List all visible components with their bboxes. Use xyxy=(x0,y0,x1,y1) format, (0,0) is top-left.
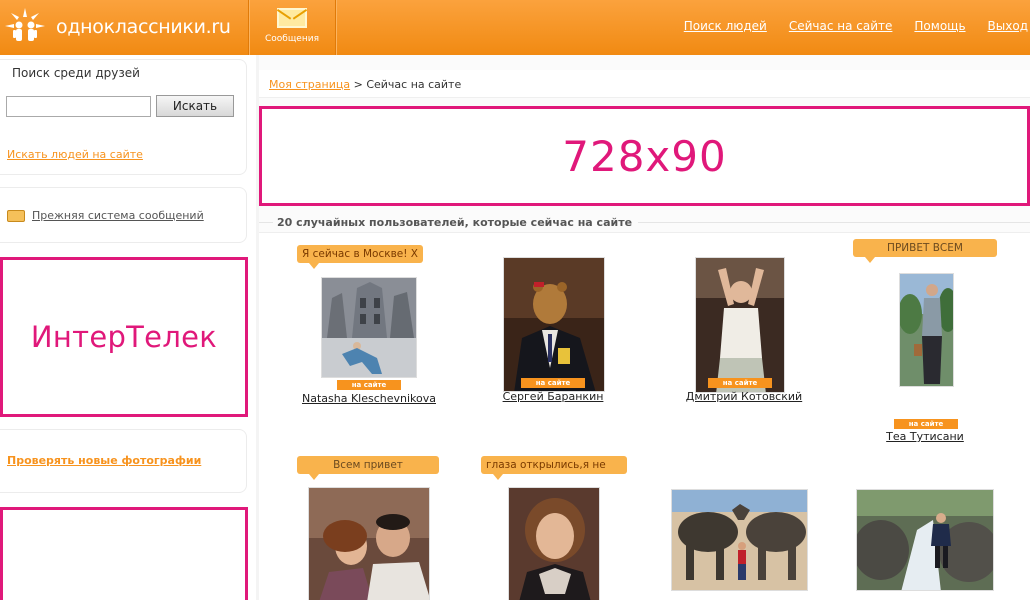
user-name-link[interactable]: Natasha Kleschevnikova xyxy=(284,392,454,405)
user-status-bubble: глаза открылись,я не xyxy=(481,456,627,480)
nav-help[interactable]: Помощь xyxy=(914,19,965,33)
user-name-link[interactable]: Тea Тутисани xyxy=(845,430,1005,443)
ad-banner-size-label: 728x90 xyxy=(562,131,727,181)
ad-banner-left[interactable]: ИнтерТелек xyxy=(0,257,248,417)
header-divider xyxy=(248,0,249,55)
ad-banner-top[interactable]: 728x90 xyxy=(259,106,1030,206)
ad-banner-label: ИнтерТелек xyxy=(30,320,218,354)
user-photo[interactable] xyxy=(308,487,430,600)
new-photos-box: Проверять новые фотографии xyxy=(0,429,247,493)
user-photo[interactable] xyxy=(671,489,808,591)
user-photo[interactable] xyxy=(695,257,785,393)
nav-logout[interactable]: Выход xyxy=(988,19,1028,33)
breadcrumb: Моя страница > Сейчас на сайте xyxy=(269,78,461,91)
user-photo[interactable] xyxy=(508,487,600,600)
header-divider xyxy=(335,0,336,55)
friend-search-input[interactable] xyxy=(6,96,151,117)
user-status-bubble: ПРИВЕТ ВСЕМ xyxy=(853,239,997,263)
breadcrumb-separator: > xyxy=(350,78,367,91)
main-content: Моя страница > Сейчас на сайте 728x90 20… xyxy=(259,55,1030,600)
online-badge: на сайте xyxy=(521,378,585,388)
breadcrumb-current: Сейчас на сайте xyxy=(366,78,462,91)
breadcrumb-bar: Моя страница > Сейчас на сайте xyxy=(259,70,1030,98)
old-messages-link[interactable]: Прежняя система сообщений xyxy=(32,209,204,222)
user-status-bubble: Я сейчас в Москве! Х xyxy=(297,245,423,269)
search-people-link[interactable]: Искать людей на сайте xyxy=(7,148,143,161)
users-grid: Я сейчас в Москве! Х на сайте Natasha Kl… xyxy=(259,232,1030,600)
messages-label: Сообщения xyxy=(264,34,319,44)
top-header: одноклассники.ru Сообщения Поиск людей С… xyxy=(0,0,1030,55)
new-photos-link[interactable]: Проверять новые фотографии xyxy=(7,454,201,467)
user-name-link[interactable]: Дмитрий Котовский xyxy=(664,390,824,403)
online-badge: на сайте xyxy=(337,380,401,390)
ad-banner-left-2[interactable] xyxy=(0,507,248,600)
online-badge: на сайте xyxy=(708,378,772,388)
envelope-icon xyxy=(7,210,25,222)
online-badge: на сайте xyxy=(894,419,958,429)
nav-online-now[interactable]: Сейчас на сайте xyxy=(789,19,893,33)
user-name-link[interactable]: Сергей Баранкин xyxy=(473,390,633,403)
site-logo[interactable]: одноклассники.ru xyxy=(4,7,231,47)
friend-search-box: Поиск среди друзей Искать Искать людей н… xyxy=(0,59,247,175)
top-nav: Поиск людей Сейчас на сайте Помощь Выход xyxy=(684,19,1030,33)
user-photo[interactable] xyxy=(899,273,954,387)
nav-search-people[interactable]: Поиск людей xyxy=(684,19,767,33)
site-name: одноклассники.ru xyxy=(56,16,231,38)
friend-search-title: Поиск среди друзей xyxy=(12,66,140,80)
envelope-icon xyxy=(277,8,307,28)
user-photo[interactable] xyxy=(856,489,994,591)
section-title: 20 случайных пользователей, которые сейч… xyxy=(259,216,1030,229)
search-button[interactable]: Искать xyxy=(156,95,234,117)
user-status-bubble: Всем привет xyxy=(297,456,439,480)
old-messages-box: Прежняя система сообщений xyxy=(0,187,247,243)
breadcrumb-home[interactable]: Моя страница xyxy=(269,78,350,91)
section-title-text: 20 случайных пользователей, которые сейч… xyxy=(277,216,633,229)
sidebar: Поиск среди друзей Искать Искать людей н… xyxy=(0,55,255,600)
logo-icon xyxy=(4,7,46,47)
user-photo[interactable] xyxy=(503,257,605,392)
messages-button[interactable]: Сообщения xyxy=(252,4,332,52)
user-photo[interactable] xyxy=(321,277,417,378)
